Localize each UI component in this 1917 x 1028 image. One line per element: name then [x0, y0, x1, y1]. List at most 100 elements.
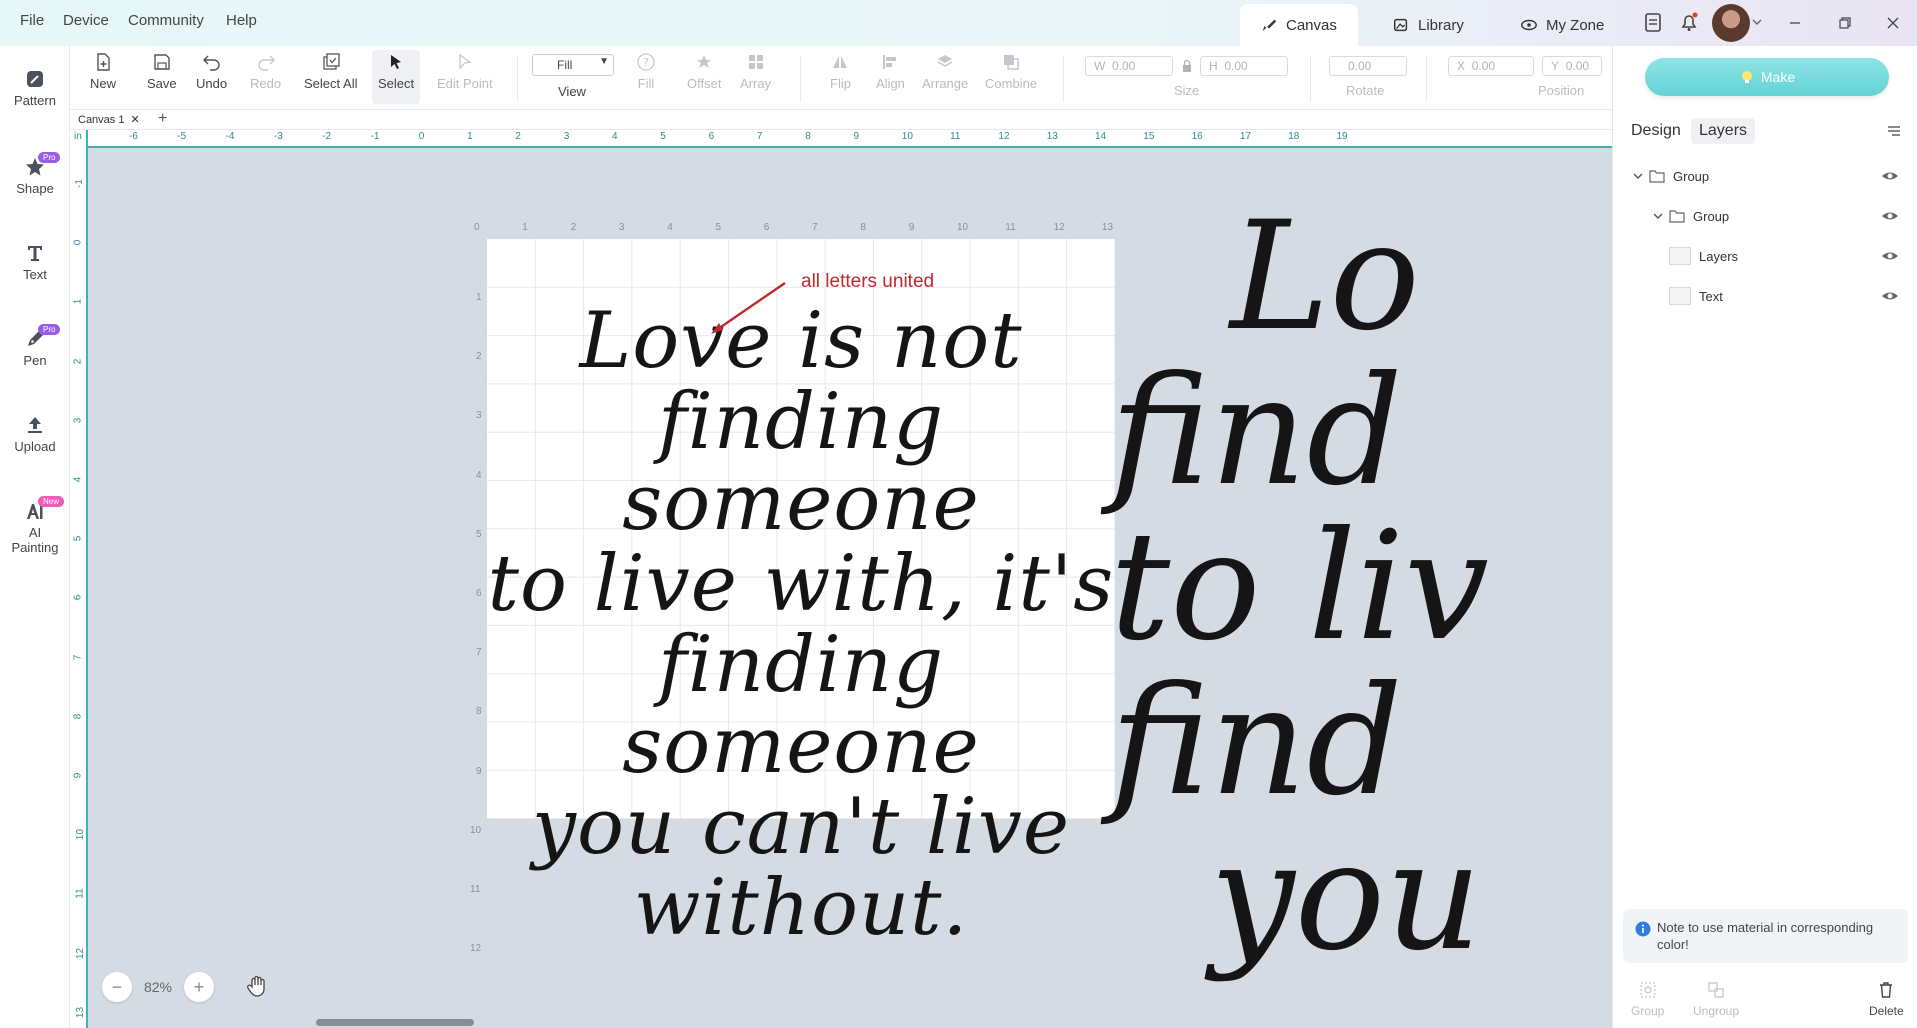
hand-pan-icon[interactable] [244, 972, 272, 1000]
sidebar-item-shape[interactable]: Pro Shape [0, 152, 70, 196]
dropdown-caret-icon: ▼ [599, 56, 609, 67]
ruler-tick-label: 10 [75, 829, 87, 841]
ungroup-button[interactable]: Ungroup [1693, 980, 1739, 1018]
size-label: Size [1174, 83, 1200, 98]
lock-icon[interactable] [1181, 59, 1193, 73]
preview-line: find [1110, 655, 1403, 829]
group-button[interactable]: Group [1631, 980, 1664, 1018]
close-tab-icon[interactable]: ✕ [131, 114, 140, 126]
tab-canvas[interactable]: Canvas [1240, 4, 1358, 46]
delete-button[interactable]: Delete [1869, 980, 1904, 1018]
ruler-tick-label: 5 [660, 131, 666, 142]
title-bar: File Device Community Help Canvas Librar… [0, 0, 1917, 46]
artboard-tick-label: 7 [476, 647, 482, 659]
ungroup-icon [1708, 982, 1724, 998]
ruler-tick-label: -4 [225, 131, 235, 142]
tab-library[interactable]: Library [1372, 4, 1484, 46]
artboard-tick-label: 9 [476, 765, 482, 777]
sidebar-item-pattern[interactable]: Pattern [0, 68, 70, 108]
combine-button[interactable]: Combine [985, 52, 1037, 91]
ruler-tick-label: 5 [72, 535, 84, 542]
user-avatar[interactable] [1712, 4, 1750, 42]
layer-row-group[interactable]: Group [1613, 200, 1917, 232]
toolbar: New Save Undo Redo Select All Select Edi… [70, 46, 1612, 110]
position-y-field[interactable]: Y 0.00 [1542, 56, 1602, 76]
menu-file[interactable]: File [20, 12, 44, 29]
height-field[interactable]: H 0.00 [1200, 56, 1288, 76]
select-all-button[interactable]: Select All [304, 52, 357, 91]
rotate-field[interactable]: 0.00 [1329, 56, 1407, 76]
save-button[interactable]: Save [147, 52, 177, 91]
tab-my-zone[interactable]: My Zone [1500, 4, 1624, 46]
close-button[interactable] [1880, 10, 1906, 36]
tab-layers[interactable]: Layers [1691, 118, 1756, 144]
make-button[interactable]: Make [1645, 58, 1889, 96]
combine-icon [1004, 55, 1019, 70]
canvas-tab-1[interactable]: Canvas 1 ✕ [78, 113, 140, 126]
tab-design[interactable]: Design [1623, 118, 1689, 144]
chevron-down-icon[interactable] [1651, 209, 1665, 223]
quote-line: Love is not [579, 296, 1023, 386]
array-button[interactable]: Array [740, 52, 771, 91]
artboard-tick-label: 5 [715, 222, 722, 233]
menu-device[interactable]: Device [63, 12, 109, 29]
notification-bell-icon[interactable] [1678, 11, 1700, 33]
ruler-tick-label: 0 [72, 239, 84, 246]
layer-thumbnail [1669, 287, 1691, 305]
eye-visibility-icon[interactable] [1881, 248, 1899, 264]
quote-text-group[interactable]: Love is not finding someone to live with… [487, 301, 1115, 949]
arrange-button[interactable]: Arrange [922, 52, 968, 91]
restore-icon [1839, 17, 1851, 29]
ruler-tick-label: 10 [901, 131, 913, 142]
ruler-tick-label: 1 [72, 299, 84, 305]
sidebar-item-upload[interactable]: Upload [0, 414, 70, 454]
chevron-down-icon[interactable] [1631, 169, 1645, 183]
clipboard-icon[interactable] [1642, 11, 1664, 33]
view-mode-select[interactable]: Fill ▼ [532, 54, 614, 76]
quote-line: without. [633, 863, 969, 953]
canvas-workspace[interactable]: 0 1 2 3 4 5 6 7 8 9 10 11 12 13 1 2 3 4 5 6 7 8 9 10 11 12 Love … [90, 150, 1612, 1028]
ruler-tick-label: 2 [515, 131, 521, 142]
position-x-field[interactable]: X 0.00 [1448, 56, 1534, 76]
sidebar-item-ai-painting[interactable]: New AI Painting [0, 496, 70, 555]
artboard-tick-label: 6 [476, 588, 482, 599]
left-sidebar: Pattern Pro Shape Text Pro Pen Upload Ne… [0, 46, 70, 1028]
trash-icon [1880, 982, 1893, 998]
layer-row-item[interactable]: Text [1613, 280, 1917, 312]
ruler-tick-label: 7 [756, 131, 763, 142]
width-field[interactable]: W 0.00 [1085, 56, 1173, 76]
layer-row-item[interactable]: Layers [1613, 240, 1917, 272]
fill-button[interactable]: ? Fill [636, 52, 656, 91]
menu-community[interactable]: Community [128, 12, 204, 29]
avatar-chevron-down-icon[interactable] [1752, 18, 1762, 26]
sidebar-item-text[interactable]: Text [0, 242, 70, 282]
ruler-top[interactable] [70, 130, 1612, 148]
layer-row-group[interactable]: Group [1613, 160, 1917, 192]
eye-visibility-icon[interactable] [1881, 288, 1899, 304]
ruler-tick-label: -3 [273, 131, 283, 142]
align-icon [883, 55, 897, 69]
menu-help[interactable]: Help [226, 12, 257, 29]
restore-button[interactable] [1832, 10, 1858, 36]
artboard-tick-label: 3 [618, 222, 625, 233]
zoom-in-button[interactable]: + [184, 972, 214, 1002]
panel-menu-icon[interactable] [1885, 122, 1903, 140]
artboard-tick-label: 10 [470, 824, 482, 836]
horizontal-scrollbar[interactable] [316, 1019, 474, 1026]
eye-visibility-icon[interactable] [1881, 168, 1899, 184]
redo-button[interactable]: Redo [250, 52, 281, 91]
select-tool-button[interactable]: Select [372, 50, 421, 104]
undo-button[interactable]: Undo [196, 52, 227, 91]
new-button[interactable]: New [90, 52, 116, 91]
offset-button[interactable]: Offset [687, 52, 721, 91]
artboard[interactable]: Love is not finding someone to live with… [487, 239, 1115, 949]
add-canvas-tab-button[interactable]: + [158, 110, 167, 128]
minimize-icon [1790, 22, 1800, 24]
eye-visibility-icon[interactable] [1881, 208, 1899, 224]
align-button[interactable]: Align [876, 52, 905, 91]
sidebar-item-pen[interactable]: Pro Pen [0, 324, 70, 368]
zoom-out-button[interactable]: − [102, 972, 132, 1002]
edit-point-button[interactable]: Edit Point [437, 52, 493, 91]
minimize-button[interactable] [1782, 10, 1808, 36]
flip-button[interactable]: Flip [830, 52, 851, 91]
